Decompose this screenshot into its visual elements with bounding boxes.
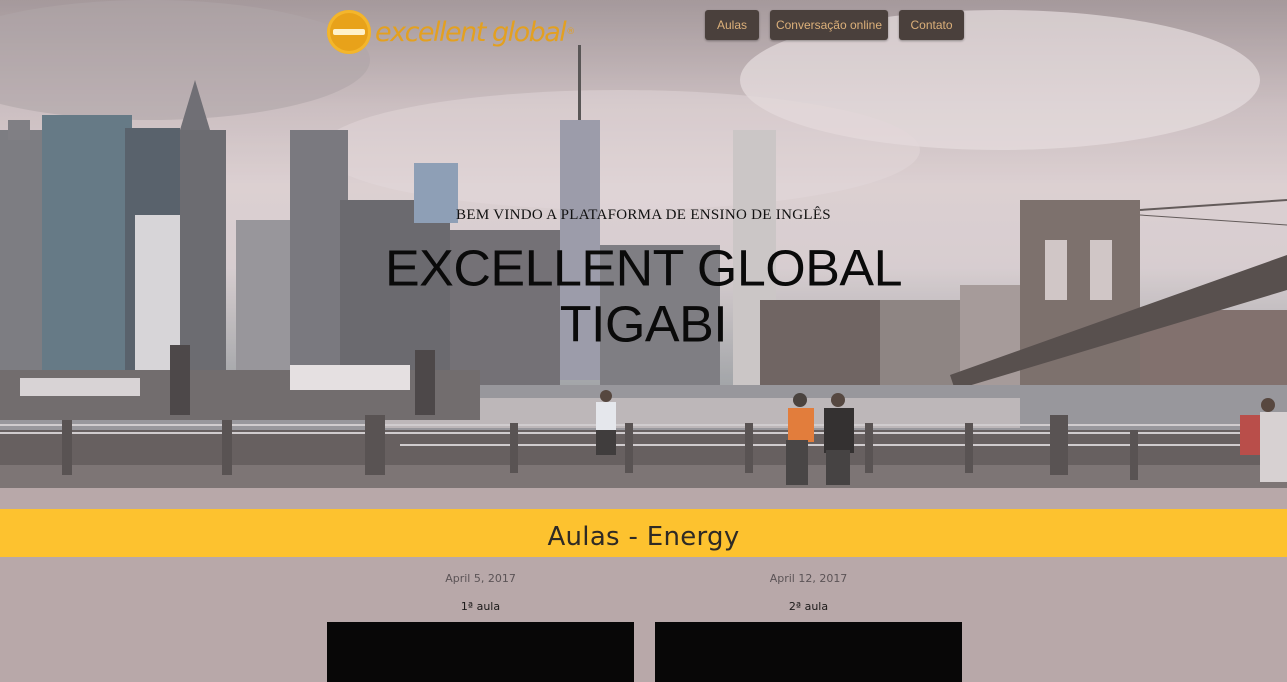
logo-text: excellent global xyxy=(375,16,567,48)
lesson-date: April 5, 2017 xyxy=(445,572,516,585)
hero-title-line-2: TIGABI xyxy=(559,296,728,354)
hero-title-line-1: EXCELLENT GLOBAL xyxy=(384,240,903,298)
lesson-title[interactable]: 2ª aula xyxy=(655,600,962,614)
nav-button-aulas[interactable]: Aulas xyxy=(705,10,759,40)
section-title: Aulas - Energy xyxy=(547,522,740,552)
logo-icon xyxy=(327,10,371,54)
lesson-card: April 12, 2017 2ª aula xyxy=(655,572,962,682)
section-header-band: Aulas - Energy xyxy=(0,509,1287,557)
logo-registered-mark: ® xyxy=(566,27,576,37)
main-nav: Aulas Conversação online Contato xyxy=(705,10,964,40)
lesson-video-player[interactable] xyxy=(327,622,634,682)
hero-kicker: BEM VINDO A PLATAFORMA DE ENSINO DE INGL… xyxy=(456,207,831,223)
lesson-video-player[interactable] xyxy=(655,622,962,682)
hero-banner: excellent global ® Aulas Conversação onl… xyxy=(0,0,1287,488)
lesson-title[interactable]: 1ª aula xyxy=(327,600,634,614)
nav-button-contato[interactable]: Contato xyxy=(899,10,964,40)
hero-title: EXCELLENT GLOBAL TIGABI xyxy=(0,241,1287,353)
lesson-date: April 12, 2017 xyxy=(769,572,848,585)
nav-button-conversacao-online[interactable]: Conversação online xyxy=(770,10,888,40)
brand-logo[interactable]: excellent global ® xyxy=(327,9,575,55)
lesson-card: April 5, 2017 1ª aula xyxy=(327,572,634,682)
